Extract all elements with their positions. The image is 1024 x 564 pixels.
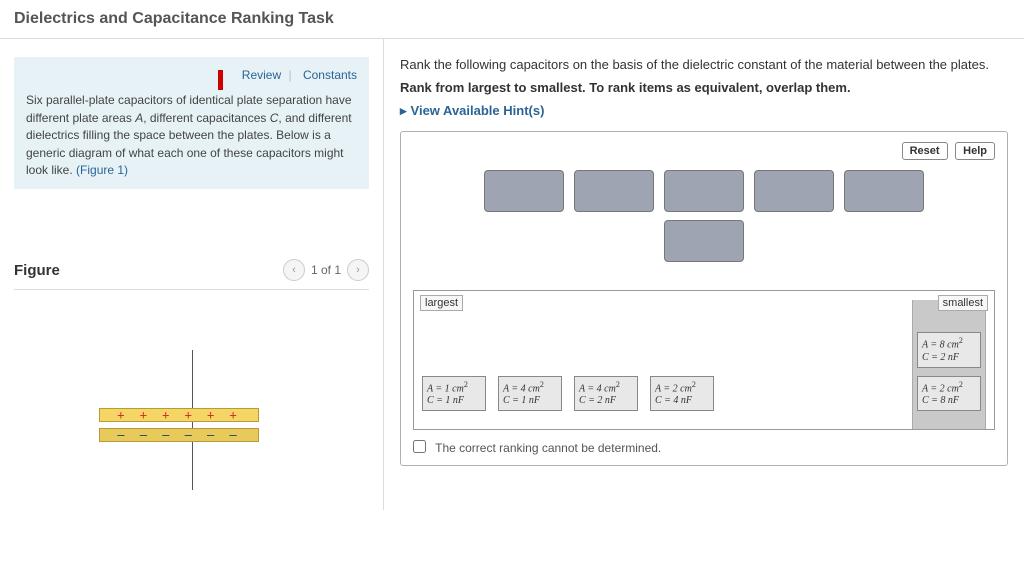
blank-tile-row-1 (413, 170, 995, 212)
left-panel: Review | Constants Six parallel-plate ca… (0, 39, 384, 510)
tile-C: C = 1 nF (503, 395, 540, 406)
var-A: A (135, 111, 143, 125)
rank-tile[interactable]: A = 1 cm2 C = 1 nF (422, 376, 486, 411)
rank-tile[interactable]: A = 4 cm2 C = 2 nF (574, 376, 638, 411)
tile-A: A = 4 cm (503, 383, 540, 394)
smallest-stack: A = 8 cm2 C = 2 nF A = 2 cm2 C = 8 nF (912, 300, 986, 429)
ranking-drop-area[interactable]: largest smallest A = 1 cm2 C = 1 nF A = … (413, 290, 995, 430)
problem-statement: Review | Constants Six parallel-plate ca… (14, 57, 369, 189)
question-line-1: Rank the following capacitors on the bas… (400, 57, 1008, 72)
blank-tile-row-2 (413, 220, 995, 262)
review-link[interactable]: Review (242, 68, 281, 82)
pager-prev-button[interactable]: ‹ (283, 259, 305, 281)
info-links: Review | Constants (26, 67, 357, 84)
cannot-determine-label: The correct ranking cannot be determined… (435, 441, 661, 455)
reset-button[interactable]: Reset (902, 142, 948, 160)
main-layout: Review | Constants Six parallel-plate ca… (0, 39, 1024, 510)
link-separator: | (289, 68, 292, 82)
tile-A: A = 2 cm (922, 383, 959, 394)
ranking-widget: Reset Help largest smallest A = 1 cm2 C … (400, 131, 1008, 466)
tile-A: A = 8 cm (922, 340, 959, 351)
blank-tile[interactable] (844, 170, 924, 212)
page-header: Dielectrics and Capacitance Ranking Task (0, 0, 1024, 39)
positive-plate: + + + + + + (99, 408, 259, 422)
tile-C: C = 2 nF (579, 395, 616, 406)
tile-C: C = 2 nF (922, 352, 959, 363)
smallest-label: smallest (938, 295, 988, 311)
right-panel: Rank the following capacitors on the bas… (384, 39, 1024, 510)
largest-label: largest (420, 295, 463, 311)
figure-pager: ‹ 1 of 1 › (283, 259, 369, 281)
tile-A: A = 4 cm (579, 383, 616, 394)
rank-tile[interactable]: A = 8 cm2 C = 2 nF (917, 332, 981, 367)
page-title: Dielectrics and Capacitance Ranking Task (14, 10, 1010, 28)
blank-tile[interactable] (664, 170, 744, 212)
blank-tile[interactable] (664, 220, 744, 262)
constants-link[interactable]: Constants (303, 68, 357, 82)
rank-tile[interactable]: A = 4 cm2 C = 1 nF (498, 376, 562, 411)
view-hints-toggle[interactable]: ▸ View Available Hint(s) (400, 103, 1008, 119)
negative-plate: — — — — — — (99, 428, 259, 442)
ranking-actions: Reset Help (413, 142, 995, 160)
figure-header: Figure ‹ 1 of 1 › (14, 259, 369, 290)
tile-A: A = 1 cm (427, 383, 464, 394)
triangle-right-icon: ▸ (400, 103, 407, 119)
cannot-determine-row: The correct ranking cannot be determined… (413, 440, 995, 455)
question-line-2: Rank from largest to smallest. To rank i… (400, 80, 1008, 95)
blank-tile[interactable] (754, 170, 834, 212)
tile-C: C = 8 nF (922, 395, 959, 406)
tile-C: C = 4 nF (655, 395, 692, 406)
help-button[interactable]: Help (955, 142, 995, 160)
tile-A: A = 2 cm (655, 383, 692, 394)
hints-label: View Available Hint(s) (411, 103, 545, 118)
blank-tile[interactable] (484, 170, 564, 212)
capacitor-diagram: + + + + + + — — — — — — (14, 350, 369, 490)
rank-tile[interactable]: A = 2 cm2 C = 4 nF (650, 376, 714, 411)
pager-status: 1 of 1 (311, 263, 341, 277)
figure-reference[interactable]: (Figure 1) (76, 163, 128, 177)
flag-icon (218, 70, 230, 80)
pager-next-button[interactable]: › (347, 259, 369, 281)
blank-tile[interactable] (574, 170, 654, 212)
problem-text-2: , different capacitances (143, 111, 270, 125)
tile-C: C = 1 nF (427, 395, 464, 406)
rank-tile[interactable]: A = 2 cm2 C = 8 nF (917, 376, 981, 411)
cannot-determine-checkbox[interactable] (413, 440, 426, 453)
figure-heading: Figure (14, 262, 60, 279)
